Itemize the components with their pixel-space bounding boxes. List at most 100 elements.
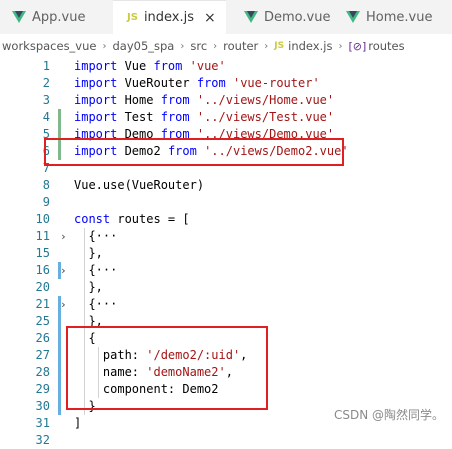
code-token: Vue [117, 59, 154, 73]
code-text: {··· [74, 296, 117, 313]
line-number: 31 [35, 416, 50, 430]
chevron-right-icon: › [180, 40, 185, 52]
line-number: 3 [42, 93, 50, 107]
line-number: 29 [35, 382, 50, 396]
chevron-right-icon: › [102, 40, 107, 52]
code-line[interactable]: 2 import VueRouter from 'vue-router' [0, 75, 452, 92]
tab-label: App.vue [32, 9, 86, 25]
code-editor[interactable]: 1 import Vue from 'vue' 2 import VueRouter … [0, 58, 452, 447]
vue-file-icon [346, 11, 360, 23]
line-number: 4 [42, 110, 50, 124]
code-token: }, [74, 280, 103, 294]
chevron-right-icon: › [264, 40, 269, 52]
line-number: 8 [42, 178, 50, 192]
code-line[interactable]: 11 › {··· [0, 228, 452, 245]
code-line[interactable]: 1 import Vue from 'vue' [0, 58, 452, 75]
gutter-change-marker [58, 313, 61, 330]
watermark: CSDN @陶然同学。 [333, 408, 444, 422]
code-token: {··· [74, 263, 118, 277]
fold-chevron-icon[interactable]: › [60, 296, 67, 313]
line-number: 15 [35, 246, 50, 260]
keyword-token: from [160, 93, 190, 107]
code-token: {··· [74, 229, 118, 243]
code-token: Test [117, 110, 161, 124]
code-line[interactable]: 21 › {··· [0, 296, 452, 313]
code-text: }, [74, 279, 103, 296]
keyword-token: import [74, 93, 118, 107]
code-token: VueRouter [117, 76, 197, 90]
keyword-token: from [153, 59, 183, 73]
fold-chevron-icon[interactable]: › [60, 262, 67, 279]
breadcrumb-item[interactable]: router [223, 39, 258, 53]
code-token: {··· [74, 297, 118, 311]
gutter-change-marker [58, 109, 61, 126]
code-line[interactable]: 3 import Home from '../views/Home.vue' [0, 92, 452, 109]
code-token: routes = [ [110, 212, 190, 226]
code-text: ] [74, 415, 81, 432]
code-line[interactable]: 10 const routes = [ [0, 211, 452, 228]
js-file-icon: JS [127, 12, 138, 23]
breadcrumb-item[interactable]: day05_spa [112, 39, 174, 53]
keyword-token: const [74, 212, 111, 226]
chevron-right-icon: › [213, 40, 218, 52]
code-line[interactable]: 20 }, [0, 279, 452, 296]
line-number: 21 [35, 297, 50, 311]
gutter-change-marker [58, 347, 61, 364]
line-number: 26 [35, 331, 50, 345]
editor-tab-bar: App.vue JS index.js × Demo.vue Home.vue [0, 0, 452, 35]
code-line[interactable]: 15 }, [0, 245, 452, 262]
gutter-change-marker [58, 364, 61, 381]
tab-home-vue[interactable]: Home.vue [338, 0, 452, 34]
line-number: 30 [35, 399, 50, 413]
keyword-token: import [74, 59, 118, 73]
string-token: 'vue-router' [232, 76, 320, 90]
code-line[interactable]: 4 import Test from '../views/Test.vue' [0, 109, 452, 126]
tab-index-js[interactable]: JS index.js × [113, 0, 226, 34]
breadcrumb-item[interactable]: index.js [288, 39, 332, 53]
string-token: '../views/Test.vue' [196, 110, 335, 124]
gutter-change-marker [58, 398, 61, 415]
code-line[interactable]: 9 [0, 194, 452, 211]
keyword-token: from [160, 110, 190, 124]
vue-file-icon [12, 11, 26, 23]
breadcrumb-item[interactable]: src [190, 39, 207, 53]
js-file-icon: JS [274, 41, 285, 51]
tab-label: Home.vue [366, 9, 433, 25]
code-text: {··· [74, 228, 117, 245]
line-number: 9 [42, 195, 50, 209]
line-number: 25 [35, 314, 50, 328]
code-text: import Home from '../views/Home.vue' [74, 92, 334, 109]
code-text: import VueRouter from 'vue-router' [74, 75, 320, 92]
gutter-change-marker [58, 381, 61, 398]
code-token: }, [74, 246, 103, 260]
code-token: ] [74, 416, 82, 430]
vue-file-icon [244, 11, 258, 23]
keyword-token: import [74, 76, 118, 90]
tab-demo-vue[interactable]: Demo.vue [230, 0, 335, 34]
code-line[interactable]: 8 Vue.use(VueRouter) [0, 177, 452, 194]
code-line[interactable]: 32 [0, 432, 452, 449]
gutter-change-marker [58, 330, 61, 347]
line-number: 11 [35, 229, 50, 243]
breadcrumb: workspaces_vue › day05_spa › src › route… [0, 34, 452, 58]
code-text: }, [74, 245, 103, 262]
code-text: {··· [74, 262, 117, 279]
line-number: 2 [42, 76, 50, 90]
code-line[interactable]: 16 › {··· [0, 262, 452, 279]
highlight-box-import [44, 138, 344, 166]
breadcrumb-item[interactable]: workspaces_vue [2, 39, 96, 53]
variable-symbol-icon: [⊘] [348, 39, 367, 53]
string-token: '../views/Home.vue' [196, 93, 335, 107]
chevron-right-icon: › [338, 40, 343, 52]
string-token: 'vue' [189, 59, 226, 73]
breadcrumb-item[interactable]: routes [368, 39, 404, 53]
line-number: 20 [35, 280, 50, 294]
tab-app-vue[interactable]: App.vue [0, 0, 110, 34]
fold-chevron-icon[interactable]: › [60, 228, 67, 245]
tab-label: index.js [143, 10, 195, 25]
line-number: 32 [35, 433, 50, 447]
tab-label: Demo.vue [264, 9, 331, 25]
close-icon[interactable]: × [204, 10, 216, 26]
